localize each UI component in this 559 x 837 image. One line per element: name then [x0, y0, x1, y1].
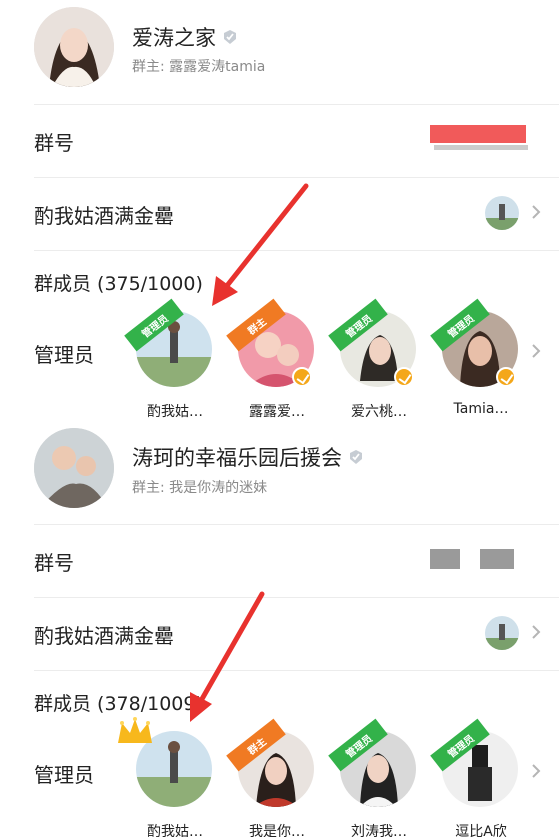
admin-item[interactable]: 管理员 酌我姑… [124, 298, 232, 420]
admin-name: 爱六桃… [351, 404, 407, 420]
group-name: 涛珂的幸福乐园后援会 [132, 446, 342, 470]
admin-name: Tamia… [453, 401, 509, 417]
group-owner: 群主: 我是你涛的迷妹 [132, 480, 268, 496]
group-card-2: 涛珂的幸福乐园后援会 群主: 我是你涛的迷妹 群号 酌我姑酒满金罍 群成员 (3… [0, 420, 559, 837]
my-nickname: 酌我姑酒满金罍 [34, 624, 174, 648]
group-card-1: 爱涛之家 群主: 露露爱涛tamia 群号 酌我姑酒满金罍 群成员 (375/1… [0, 0, 559, 420]
crown-icon [118, 717, 152, 743]
group-avatar [34, 7, 114, 87]
verified-badge-icon [394, 367, 414, 387]
group-avatar [34, 428, 114, 508]
admin-item[interactable]: 管理员 Tamia… [430, 298, 538, 417]
group-title: 涛珂的幸福乐园后援会 [132, 442, 364, 472]
admin-name: 酌我姑… [147, 824, 203, 837]
admin-label: 管理员 [34, 763, 94, 787]
admin-name: 露露爱… [249, 404, 305, 420]
admin-item[interactable]: 管理员 爱六桃… [328, 298, 436, 420]
verified-badge-icon [292, 367, 312, 387]
members-section[interactable]: 群成员 (378/1009) 管理员 酌我姑… 群主 我是你… 管理员 刘涛我…… [34, 670, 559, 837]
admin-label: 管理员 [34, 343, 94, 367]
chevron-right-icon [532, 344, 541, 358]
chevron-right-icon [532, 764, 541, 778]
group-name: 爱涛之家 [132, 26, 216, 50]
admin-item[interactable]: 管理员 逗比A欣 [430, 718, 538, 837]
group-number-row[interactable]: 群号 [34, 524, 559, 597]
verified-badge-icon [224, 30, 236, 44]
admin-name: 逗比A欣 [455, 824, 507, 837]
admin-name: 刘涛我… [351, 824, 407, 837]
chevron-right-icon [532, 625, 541, 639]
members-count: 群成员 (375/1000) [34, 273, 203, 295]
redacted-group-number [480, 549, 514, 569]
admin-list: 酌我姑… 群主 我是你… 管理员 刘涛我… 管理员 逗比A欣 [118, 717, 538, 837]
redacted-group-number-fragment [434, 145, 528, 150]
my-nickname-row[interactable]: 酌我姑酒满金罍 [34, 177, 559, 250]
admin-item[interactable]: 群主 我是你… [226, 718, 334, 837]
members-section[interactable]: 群成员 (375/1000) 管理员 管理员 酌我姑… 群主 露露爱… 管理员 … [34, 250, 559, 420]
group-title: 爱涛之家 [132, 22, 238, 52]
admin-item[interactable]: 酌我姑… [118, 717, 232, 837]
my-avatar [485, 196, 519, 230]
admin-list: 管理员 酌我姑… 群主 露露爱… 管理员 爱六桃… 管理员 Tamia… [124, 298, 538, 420]
group-header[interactable]: 爱涛之家 群主: 露露爱涛tamia [0, 0, 559, 104]
my-avatar [485, 616, 519, 650]
my-nickname-row[interactable]: 酌我姑酒满金罍 [34, 597, 559, 670]
members-count: 群成员 (378/1009) [34, 693, 203, 715]
group-owner: 群主: 露露爱涛tamia [132, 59, 266, 75]
admin-name: 我是你… [249, 824, 305, 837]
my-nickname: 酌我姑酒满金罍 [34, 204, 174, 228]
admin-item[interactable]: 群主 露露爱… [226, 298, 334, 420]
admin-item[interactable]: 管理员 刘涛我… [328, 718, 436, 837]
group-number-row[interactable]: 群号 [34, 104, 559, 177]
group-number-label: 群号 [34, 551, 74, 575]
verified-badge-icon [496, 367, 516, 387]
redacted-group-number [430, 549, 460, 569]
verified-badge-icon [350, 450, 362, 464]
group-header[interactable]: 涛珂的幸福乐园后援会 群主: 我是你涛的迷妹 [0, 420, 559, 524]
admin-name: 酌我姑… [147, 404, 203, 420]
group-number-label: 群号 [34, 131, 74, 155]
chevron-right-icon [532, 205, 541, 219]
redacted-group-number [430, 125, 526, 143]
